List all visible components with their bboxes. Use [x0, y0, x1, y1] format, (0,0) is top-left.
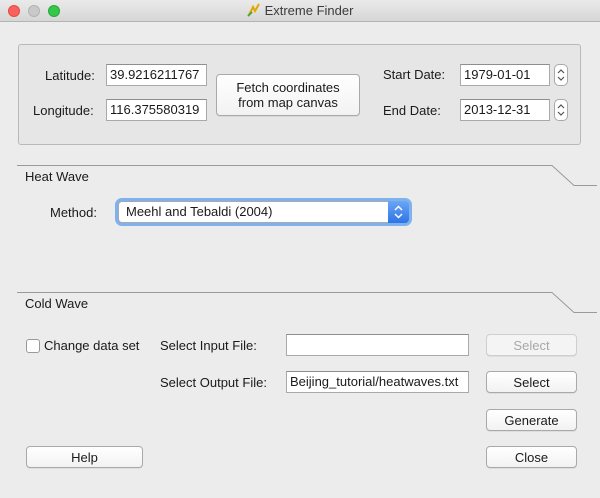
- title-bar: Extreme Finder: [0, 0, 600, 22]
- start-date-field[interactable]: 1979-01-01: [460, 64, 550, 86]
- extreme-finder-window: Extreme Finder Latitude: 39.9216211767 L…: [0, 0, 600, 498]
- longitude-label: Longitude:: [33, 103, 94, 118]
- window-title: Extreme Finder: [0, 3, 600, 18]
- fetch-button-line1: Fetch coordinates: [236, 80, 340, 95]
- latitude-field[interactable]: 39.9216211767: [106, 64, 207, 86]
- start-date-stepper[interactable]: [554, 64, 568, 86]
- change-data-set-checkbox[interactable]: [26, 339, 40, 353]
- heat-wave-title: Heat Wave: [25, 169, 89, 184]
- heat-wave-section-header: Heat Wave: [17, 165, 597, 187]
- end-date-label: End Date:: [383, 103, 441, 118]
- cold-wave-title: Cold Wave: [25, 296, 89, 311]
- input-file-field[interactable]: [286, 334, 469, 356]
- select-output-file-button[interactable]: Select: [486, 371, 577, 393]
- end-date-field[interactable]: 2013-12-31: [460, 99, 550, 121]
- select-arrows-icon: [388, 201, 409, 223]
- output-file-field[interactable]: Beijing_tutorial/heatwaves.txt: [286, 371, 469, 393]
- help-button[interactable]: Help: [26, 446, 143, 468]
- fetch-button-line2: from map canvas: [238, 95, 338, 110]
- method-select[interactable]: Meehl and Tebaldi (2004): [118, 201, 409, 223]
- cold-wave-section-header: Cold Wave: [17, 292, 597, 314]
- window-title-text: Extreme Finder: [264, 3, 354, 18]
- fetch-coordinates-button[interactable]: Fetch coordinates from map canvas: [216, 74, 360, 116]
- generate-button[interactable]: Generate: [486, 409, 577, 431]
- start-date-label: Start Date:: [383, 67, 446, 82]
- select-input-file-label: Select Input File:: [160, 338, 257, 353]
- longitude-field[interactable]: 116.375580319: [106, 99, 207, 121]
- select-input-file-button[interactable]: Select: [486, 334, 577, 356]
- close-button[interactable]: Close: [486, 446, 577, 468]
- app-icon: [246, 3, 261, 17]
- method-label: Method:: [50, 205, 97, 220]
- method-select-value: Meehl and Tebaldi (2004): [126, 204, 273, 219]
- select-output-file-label: Select Output File:: [160, 375, 267, 390]
- change-data-set-label: Change data set: [44, 338, 140, 353]
- latitude-label: Latitude:: [45, 68, 95, 83]
- end-date-stepper[interactable]: [554, 99, 568, 121]
